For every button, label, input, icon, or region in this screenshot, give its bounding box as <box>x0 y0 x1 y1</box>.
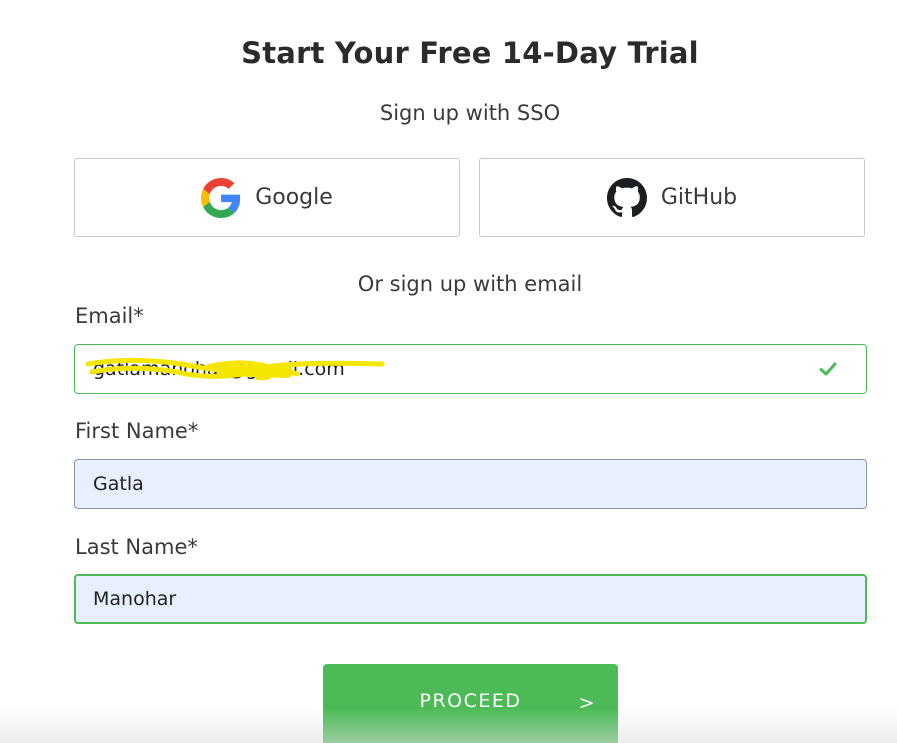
first-name-label: First Name* <box>75 419 199 443</box>
last-name-field[interactable]: Manohar <box>74 574 867 624</box>
proceed-button[interactable]: PROCEED > <box>323 664 618 743</box>
last-name-label: Last Name* <box>75 535 198 559</box>
email-field[interactable]: gatlamanohar@gmail.com <box>74 344 867 394</box>
github-sso-button[interactable]: GitHub <box>479 158 865 237</box>
chevron-right-icon: > <box>578 692 596 714</box>
page-title: Start Your Free 14-Day Trial <box>241 36 699 70</box>
proceed-label: PROCEED <box>419 690 522 712</box>
first-name-field[interactable]: Gatla <box>74 459 867 509</box>
email-label: Email* <box>75 304 144 328</box>
google-sso-button[interactable]: Google <box>74 158 460 237</box>
google-icon <box>201 177 241 218</box>
last-name-value: Manohar <box>93 588 177 610</box>
check-icon <box>819 362 837 376</box>
first-name-value: Gatla <box>93 473 144 495</box>
google-sso-label: Google <box>255 185 333 210</box>
email-signup-divider: Or sign up with email <box>357 272 583 296</box>
sso-subtitle: Sign up with SSO <box>379 101 561 125</box>
github-icon <box>606 177 647 218</box>
github-sso-label: GitHub <box>660 185 738 210</box>
email-value: gatlamanohar@gmail.com <box>93 358 345 380</box>
